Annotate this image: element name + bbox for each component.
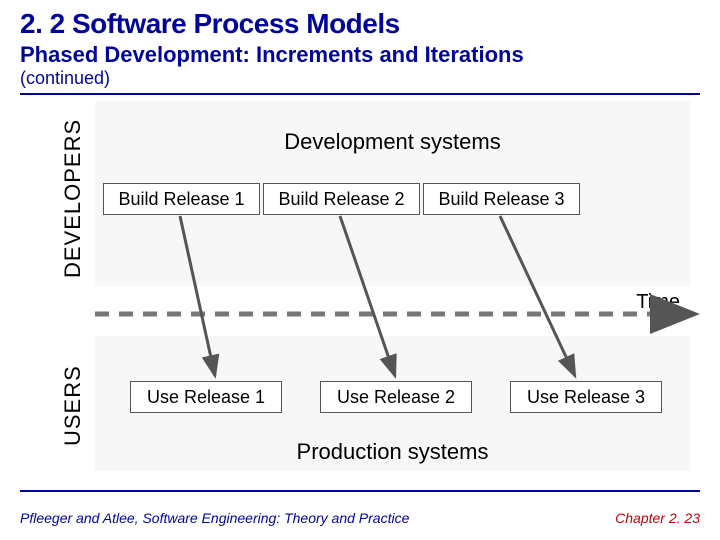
time-axis-label: Time <box>636 291 680 314</box>
slide-subtitle: Phased Development: Increments and Itera… <box>20 42 700 68</box>
slide-footer: Pfleeger and Atlee, Software Engineering… <box>20 510 700 526</box>
developers-axis-label: DEVELOPERS <box>60 111 86 286</box>
slide: 2. 2 Software Process Models Phased Deve… <box>0 0 720 540</box>
use-release-3-box: Use Release 3 <box>510 381 662 413</box>
users-axis-label: USERS <box>60 346 86 466</box>
production-systems-title: Production systems <box>95 439 690 465</box>
development-lane: Development systems Build Release 1 Buil… <box>95 101 690 286</box>
footer-rule <box>20 490 700 492</box>
header-rule <box>20 93 700 95</box>
footer-citation: Pfleeger and Atlee, Software Engineering… <box>20 510 409 526</box>
use-release-2-box: Use Release 2 <box>320 381 472 413</box>
development-systems-title: Development systems <box>95 129 690 155</box>
phased-development-diagram: DEVELOPERS USERS Development systems Bui… <box>20 101 700 491</box>
build-release-1-box: Build Release 1 <box>103 183 260 215</box>
use-release-1-box: Use Release 1 <box>130 381 282 413</box>
slide-title: 2. 2 Software Process Models <box>20 8 700 40</box>
build-release-3-box: Build Release 3 <box>423 183 580 215</box>
slide-continued: (continued) <box>20 68 700 89</box>
production-lane: Use Release 1 Use Release 2 Use Release … <box>95 336 690 471</box>
build-release-2-box: Build Release 2 <box>263 183 420 215</box>
footer-page-number: Chapter 2. 23 <box>615 510 700 526</box>
